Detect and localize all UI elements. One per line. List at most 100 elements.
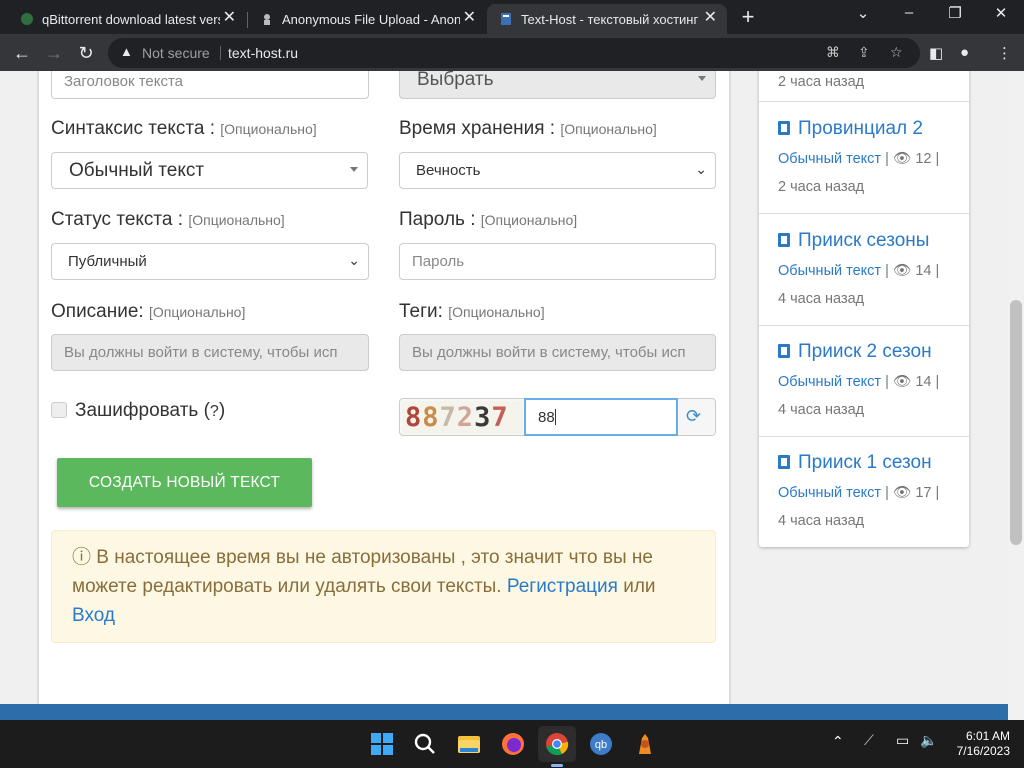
clock-date: 7/16/2023 — [956, 744, 1010, 758]
item-meta: Обычный текст | 👁 17 | — [778, 485, 940, 501]
forward-icon[interactable]: → — [41, 40, 67, 66]
optional-tag: [Опционально] — [480, 212, 578, 228]
tray-chevron-icon[interactable]: ⌃ — [832, 733, 844, 750]
tab-qbittorrent[interactable]: qBittorrent download latest versi ✕ — [8, 4, 246, 34]
dropdown-caret-icon — [350, 167, 358, 172]
login-link[interactable]: Вход — [72, 605, 115, 626]
qbittorrent-favicon-icon — [21, 13, 33, 25]
volume-icon[interactable]: 🔈 — [920, 732, 937, 749]
chrome-icon[interactable] — [543, 730, 571, 758]
encrypt-help-link[interactable]: ? — [210, 403, 219, 420]
tab-anonfiles[interactable]: Anonymous File Upload - AnonFi ✕ — [248, 4, 486, 34]
copy-doc-icon — [778, 233, 790, 247]
password-input[interactable]: Пароль — [399, 243, 716, 280]
item-syntax-link[interactable]: Обычный текст — [778, 374, 881, 390]
scrollbar-thumb[interactable] — [1010, 300, 1022, 545]
title-input[interactable]: Заголовок текста — [51, 71, 369, 99]
restore-icon[interactable]: ❐ — [940, 4, 970, 26]
alert-or: или — [623, 576, 656, 597]
address-bar: ← → ↻ ▲ Not secure text-host.ru ⌘ ⇪ ☆ ◧ … — [0, 34, 1024, 71]
file-explorer-icon[interactable] — [455, 730, 483, 758]
item-time: 2 часа назад — [778, 74, 865, 90]
share-icon[interactable]: ⇪ — [858, 44, 870, 61]
tab-close-icon[interactable]: ✕ — [463, 10, 476, 26]
side-panel-icon[interactable]: ◧ — [929, 44, 943, 62]
expiry-label: Время хранения : [Опционально] — [399, 118, 657, 139]
description-input[interactable]: Вы должны войти в систему, чтобы исп — [51, 334, 369, 371]
close-window-icon[interactable]: ✕ — [986, 4, 1016, 26]
tab-close-icon[interactable]: ✕ — [704, 10, 717, 26]
clock-time: 6:01 AM — [965, 729, 1010, 743]
captcha-group: 887237 88 ⟳ — [399, 398, 716, 436]
copy-doc-icon — [778, 344, 790, 358]
url-text[interactable]: text-host.ru — [228, 45, 298, 61]
item-syntax-link[interactable]: Обычный текст — [778, 263, 881, 279]
item-title-link[interactable]: Прииск 2 сезон — [778, 341, 932, 363]
item-meta: Обычный текст | 👁 14 | — [778, 374, 940, 390]
menu-dots-icon[interactable]: ⋮ — [997, 44, 1012, 62]
status-select[interactable]: Публичный ⌄ — [51, 243, 369, 280]
chevron-down-icon: ⌄ — [695, 161, 707, 177]
syntax-select[interactable]: Обычный текст — [51, 152, 368, 189]
page-content: Заголовок текста Выбрать Синтаксис текст… — [0, 71, 1024, 720]
item-syntax-link[interactable]: Обычный текст — [778, 151, 881, 167]
eye-icon: 👁 — [892, 374, 912, 390]
optional-tag: [Опционально] — [220, 121, 317, 137]
search-icon[interactable] — [411, 730, 439, 758]
item-time: 2 часа назад — [778, 179, 865, 195]
firefox-icon[interactable] — [499, 730, 527, 758]
item-title-link[interactable]: Прииск 1 сезон — [778, 452, 932, 474]
fl-studio-icon[interactable] — [631, 730, 659, 758]
refresh-captcha-icon[interactable]: ⟳ — [686, 406, 701, 427]
profile-icon[interactable]: ● — [960, 44, 969, 61]
create-text-button[interactable]: СОЗДАТЬ НОВЫЙ ТЕКСТ — [57, 458, 312, 507]
copy-doc-icon — [778, 121, 790, 135]
reload-icon[interactable]: ↻ — [73, 40, 99, 66]
encrypt-label: Зашифровать (?) — [75, 400, 226, 421]
windows-start-icon[interactable] — [368, 730, 396, 758]
display-icon[interactable]: ▭ — [896, 732, 909, 749]
not-secure-label[interactable]: Not secure — [142, 45, 210, 61]
new-tab-button[interactable]: + — [737, 4, 759, 30]
tab-text-host[interactable]: Text-Host - текстовый хостинг ✕ — [487, 4, 727, 34]
dropdown-caret-icon — [698, 76, 706, 81]
description-label: Описание: [Опционально] — [51, 301, 246, 322]
tab-close-icon[interactable]: ✕ — [223, 10, 236, 26]
text-cursor — [554, 409, 556, 425]
optional-tag: [Опционально] — [560, 121, 657, 137]
category-select[interactable]: Выбрать — [399, 71, 716, 99]
tab-title: Text-Host - текстовый хостинг — [521, 11, 699, 27]
active-indicator — [551, 764, 563, 767]
optional-tag: [Опционально] — [188, 212, 285, 228]
eye-icon: 👁 — [892, 263, 912, 279]
minimize-icon[interactable]: – — [894, 4, 924, 26]
system-clock[interactable]: 6:01 AM 7/16/2023 — [957, 729, 1010, 759]
translate-icon[interactable]: ⌘ — [826, 44, 840, 61]
warning-icon: ▲ — [120, 44, 133, 59]
bookmark-star-icon[interactable]: ☆ — [890, 44, 903, 61]
anonfiles-favicon-icon — [264, 14, 270, 25]
list-item: Провинциал 2 Обычный текст | 👁 12 | 2 ча… — [759, 101, 969, 213]
tab-strip: qBittorrent download latest versi ✕ Anon… — [0, 0, 1024, 34]
expiry-select[interactable]: Вечность ⌄ — [399, 152, 716, 189]
network-off-icon[interactable]: ⟋ — [864, 732, 874, 749]
qbittorrent-icon[interactable]: qb — [587, 730, 615, 758]
tab-title: qBittorrent download latest versi — [42, 11, 220, 27]
category-value: Выбрать — [417, 71, 494, 90]
url-field[interactable]: ▲ Not secure text-host.ru ⌘ ⇪ ☆ — [108, 38, 920, 68]
back-icon[interactable]: ← — [9, 40, 35, 66]
copy-doc-icon — [778, 455, 790, 469]
item-time: 4 часа назад — [778, 513, 865, 529]
page-scrollbar[interactable] — [1008, 71, 1024, 720]
windows-taskbar: qb ⌃ ⟋ ▭ 🔈 6:01 AM 7/16/2023 — [0, 720, 1024, 768]
register-link[interactable]: Регистрация — [507, 576, 618, 597]
tab-search-icon[interactable]: ⌄ — [848, 4, 878, 26]
encrypt-checkbox[interactable] — [51, 402, 67, 418]
item-title-link[interactable]: Прииск сезоны — [778, 230, 929, 252]
item-title-link[interactable]: Провинциал 2 — [778, 118, 923, 140]
omnibox-divider — [220, 46, 221, 60]
tags-input[interactable]: Вы должны войти в систему, чтобы исп — [399, 334, 716, 371]
item-syntax-link[interactable]: Обычный текст — [778, 485, 881, 501]
not-logged-in-alert: ⓘ В настоящее время вы не авторизованы ,… — [51, 530, 716, 643]
captcha-input[interactable]: 88 — [524, 398, 678, 436]
